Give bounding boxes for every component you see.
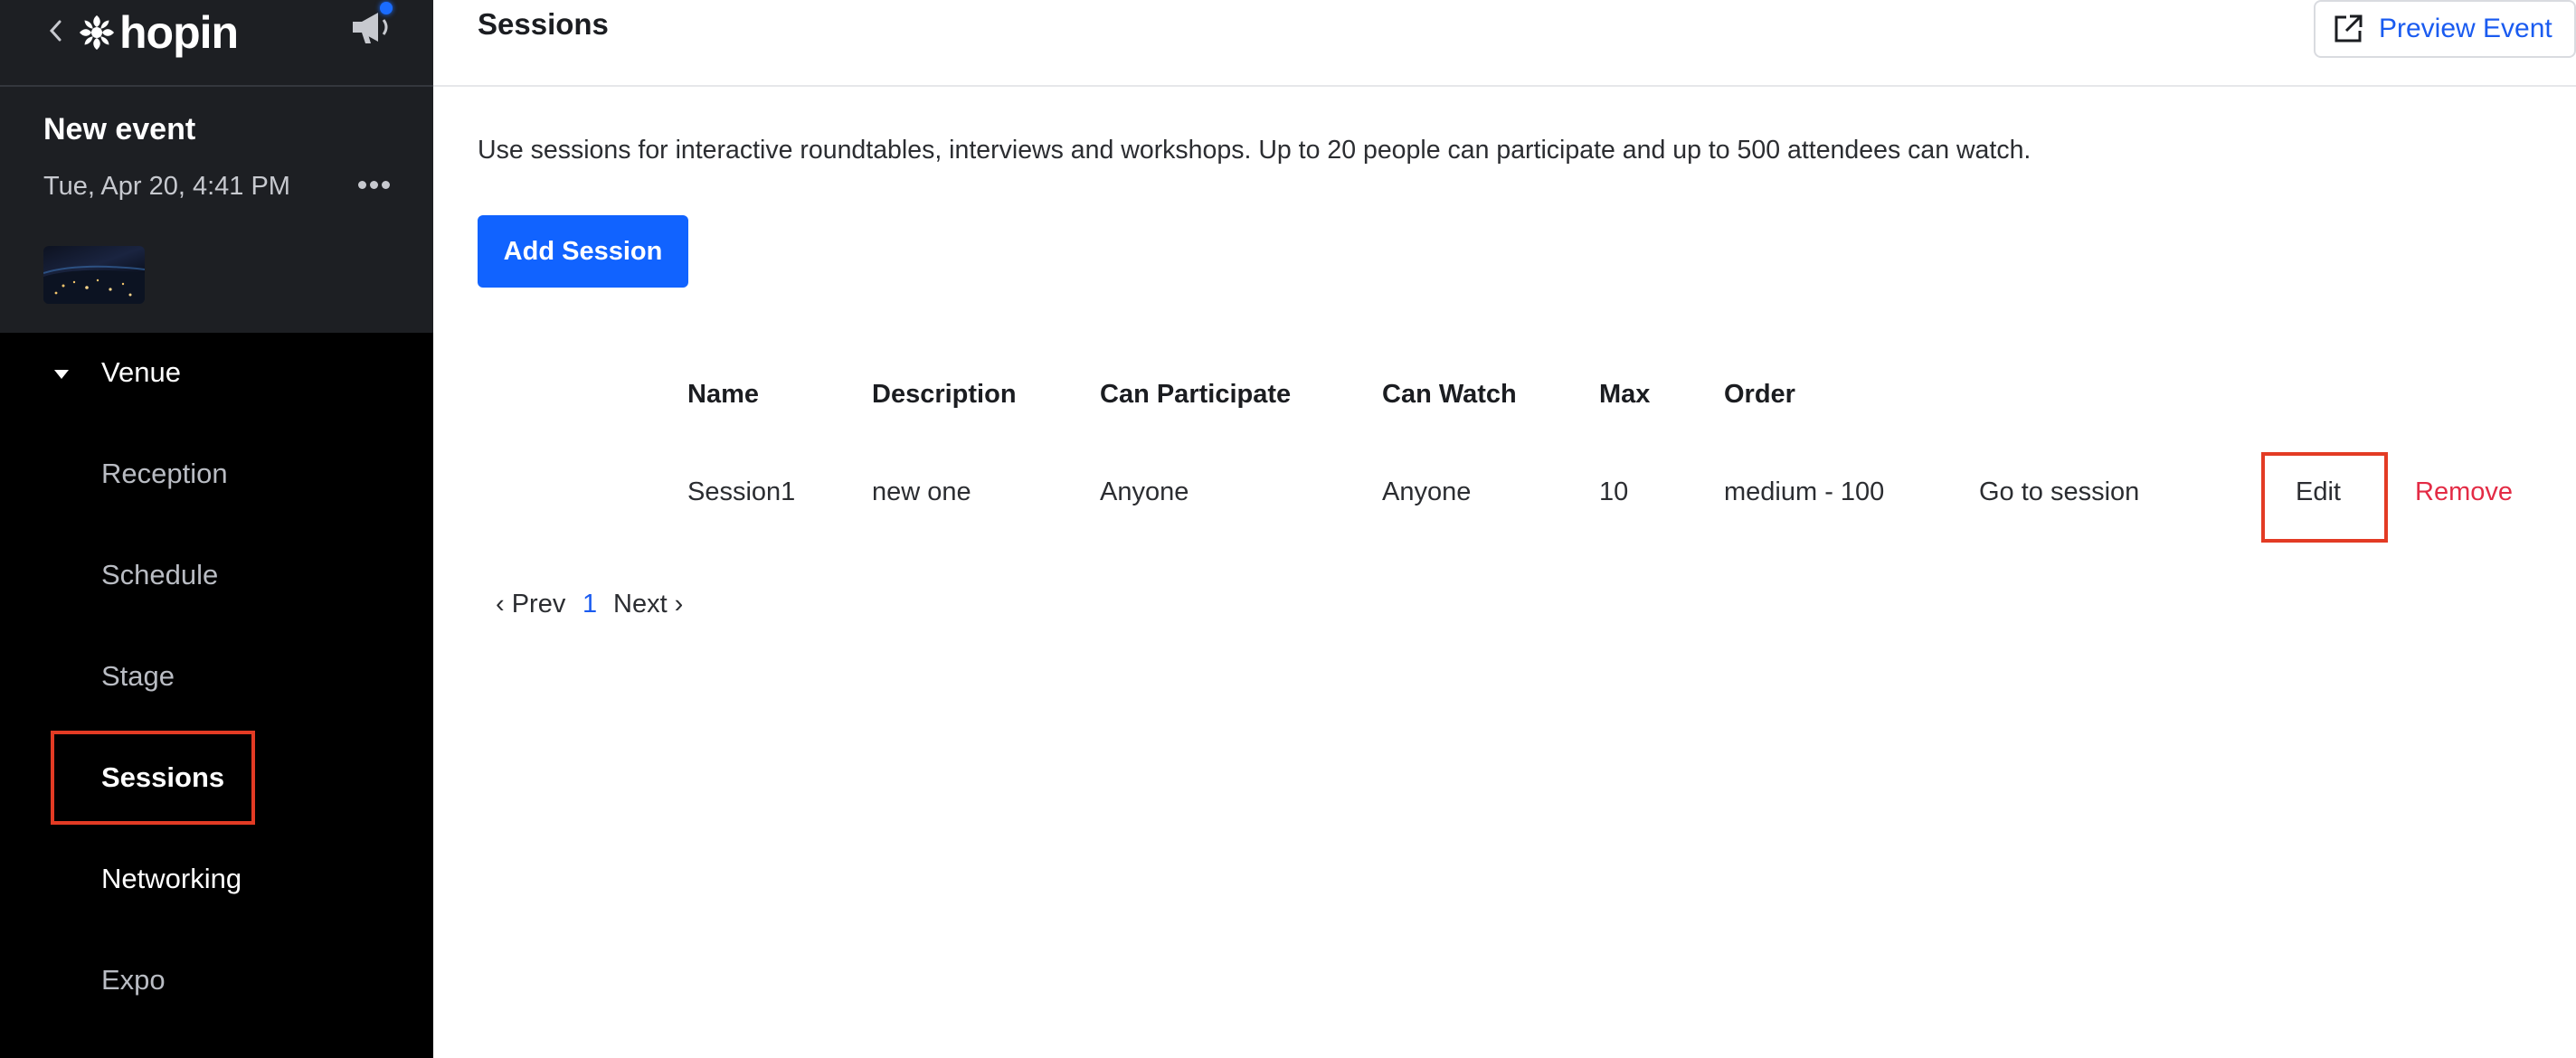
announcement-button[interactable]	[347, 2, 394, 51]
cell-can-watch: Anyone	[1382, 477, 1472, 506]
event-date: Tue, Apr 20, 4:41 PM	[43, 172, 290, 201]
cell-description: new one	[872, 477, 971, 506]
sidebar-item-stage[interactable]: Stage	[101, 660, 175, 693]
caret-down-icon[interactable]	[52, 369, 71, 380]
cell-order: medium - 100	[1724, 477, 1885, 506]
pagination-page-1[interactable]: 1	[582, 590, 597, 619]
event-thumbnail[interactable]	[43, 246, 145, 304]
cell-name: Session1	[687, 477, 796, 506]
sessions-description: Use sessions for interactive roundtables…	[478, 136, 2031, 165]
notification-dot	[380, 2, 393, 14]
event-name: New event	[43, 112, 196, 146]
chevron-left-icon[interactable]	[42, 11, 69, 51]
pagination-next[interactable]: Next ›	[613, 590, 683, 619]
logo[interactable]: hopin	[78, 5, 239, 60]
column-header-description: Description	[872, 380, 1017, 409]
earth-night-image	[43, 265, 145, 304]
sidebar-item-reception[interactable]: Reception	[101, 458, 228, 490]
pagination-prev[interactable]: ‹ Prev	[496, 590, 565, 619]
external-link-icon	[2334, 14, 2363, 43]
sidebar-section-venue[interactable]: Venue	[101, 356, 181, 389]
column-header-name: Name	[687, 380, 759, 409]
sessions-highlight	[51, 731, 255, 825]
top-bar	[433, 0, 2576, 87]
add-session-button[interactable]: Add Session	[478, 215, 688, 288]
column-header-can-watch: Can Watch	[1382, 380, 1517, 409]
sidebar: hopin New event Tue, Apr 20, 4:41 PM Ven…	[0, 0, 433, 1058]
more-options-icon[interactable]	[358, 177, 394, 195]
page-title: Sessions	[478, 7, 609, 41]
sidebar-header: hopin	[0, 0, 433, 87]
remove-link[interactable]: Remove	[2415, 477, 2513, 507]
column-header-can-participate: Can Participate	[1100, 380, 1292, 409]
sidebar-item-schedule[interactable]: Schedule	[101, 559, 218, 591]
hopin-logo-icon	[80, 15, 114, 50]
sidebar-item-networking[interactable]: Networking	[101, 863, 242, 895]
edit-highlight	[2261, 452, 2388, 543]
preview-event-label: Preview Event	[2379, 14, 2552, 43]
column-header-order: Order	[1724, 380, 1795, 409]
go-to-session-link[interactable]: Go to session	[1979, 477, 2139, 507]
cell-can-participate: Anyone	[1100, 477, 1189, 506]
sidebar-item-expo[interactable]: Expo	[101, 964, 166, 997]
column-header-max: Max	[1599, 380, 1651, 409]
brand-name: hopin	[119, 7, 239, 58]
event-panel: hopin New event Tue, Apr 20, 4:41 PM	[0, 0, 433, 333]
preview-event-button[interactable]: Preview Event	[2314, 0, 2576, 58]
cell-max: 10	[1599, 477, 1629, 506]
